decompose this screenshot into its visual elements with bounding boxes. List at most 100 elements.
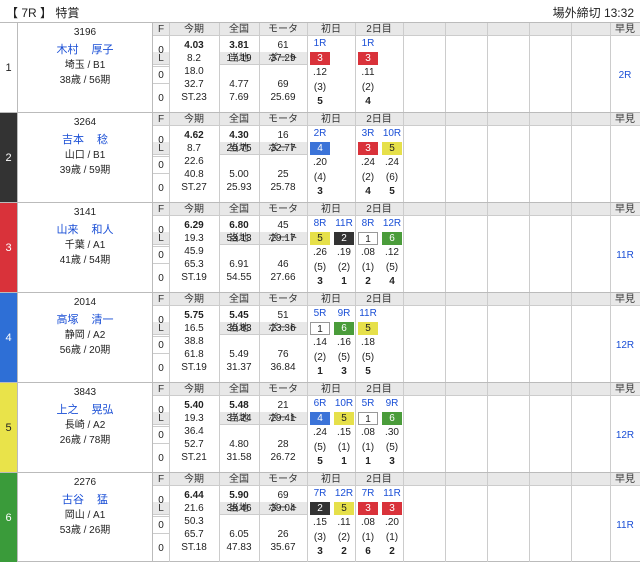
day2-race-label[interactable]: 8R	[357, 218, 379, 229]
day1-finish: 1	[341, 456, 347, 467]
divider	[445, 473, 446, 562]
l2-count: 0	[158, 273, 164, 284]
f-count: 0	[158, 225, 164, 236]
racer-age-term: 26歳 / 78期	[59, 435, 111, 446]
racer-name[interactable]: 古谷 猛	[18, 491, 152, 507]
day1-start-timing: .26	[313, 247, 327, 258]
divider	[445, 23, 446, 112]
racer-name[interactable]: 上之 晃弘	[18, 401, 152, 417]
lane-number: 6	[0, 473, 18, 562]
zenkoku-value: 4.77	[229, 79, 249, 90]
column-header	[529, 293, 571, 306]
zenkoku-value: 4.80	[229, 439, 249, 450]
motor-value: 36.84	[270, 362, 296, 373]
l-count: 0	[158, 160, 164, 171]
day1-boat-box: 5	[310, 232, 330, 245]
hayami-link[interactable]: 12R	[610, 340, 640, 351]
race-title: 【 7R 】 特賞	[6, 6, 80, 20]
day1-race-label[interactable]: 2R	[309, 128, 331, 139]
column-header: モータ	[259, 473, 307, 486]
column-header: F	[153, 23, 169, 36]
divider	[571, 203, 572, 292]
divider	[355, 383, 356, 472]
column-header: 今期	[169, 203, 219, 216]
day2-finish: 5	[365, 366, 371, 377]
column-header	[403, 23, 445, 36]
racer-name[interactable]: 山来 和人	[18, 221, 152, 237]
motor-value: 61	[277, 40, 289, 51]
day2-race-label[interactable]: 3R	[357, 128, 379, 139]
column-header	[445, 383, 487, 396]
day2-race-label[interactable]: 12R	[381, 218, 403, 229]
column-header: モータ	[259, 23, 307, 36]
lane-number: 2	[0, 113, 18, 202]
day2-boat-box: 3	[382, 502, 402, 515]
divider	[307, 383, 308, 472]
l-count: 0	[158, 250, 164, 261]
day2-course: (1)	[361, 262, 375, 273]
day1-race-label[interactable]: 5R	[309, 308, 331, 319]
konki-value: 16.5	[184, 323, 204, 334]
hayami-link[interactable]: 12R	[610, 430, 640, 441]
racer-name[interactable]: 木村 厚子	[18, 41, 152, 57]
racer-info: 3141 山来 和人 千葉 / A1 41歳 / 54期	[18, 203, 153, 292]
hayami-link[interactable]: 11R	[610, 520, 640, 531]
racer-name[interactable]: 高塚 清一	[18, 311, 152, 327]
day1-course: (1)	[337, 442, 351, 453]
konki-value: ST.27	[181, 182, 207, 193]
racer-info: 3264 吉本 稔山口 / B1 39歳 / 59期	[18, 113, 153, 202]
day1-race-label[interactable]: 6R	[309, 398, 331, 409]
racer-name[interactable]: 吉本 稔	[18, 131, 152, 147]
day2-race-label[interactable]: 9R	[381, 398, 403, 409]
day1-boat-box: 4	[310, 142, 330, 155]
zenkoku-value: 30.83	[226, 323, 252, 334]
konki-value: 65.7	[184, 529, 204, 540]
zenkoku-value: 47.83	[226, 542, 252, 553]
column-header	[403, 293, 445, 306]
day1-race-label[interactable]: 8R	[309, 218, 331, 229]
motor-value: 51	[277, 310, 289, 321]
day1-start-timing: .12	[313, 67, 327, 78]
motor-value: 23.36	[270, 323, 296, 334]
column-header: F	[153, 113, 169, 126]
zenkoku-value: 37.24	[226, 413, 252, 424]
zenkoku-value: 54.55	[226, 272, 252, 283]
day2-finish: 4	[389, 276, 395, 287]
racer-row: 3 3141 山来 和人 千葉 / A1 41歳 / 54期 F 今期 全国 モータ 初日 2日目早…	[0, 202, 640, 292]
racer-info: 3843 上之 晃弘 長崎 / A2 26歳 / 78期	[18, 383, 153, 472]
registration-number: 2276	[73, 477, 97, 488]
racer-age-term: 53歳 / 26期	[59, 525, 111, 536]
day2-race-label[interactable]: 10R	[381, 128, 403, 139]
divider	[610, 113, 611, 202]
f-count: 0	[158, 405, 164, 416]
column-header: F	[153, 473, 169, 486]
racer-prefecture-class: 静岡 / A2	[64, 330, 106, 341]
day2-race-label[interactable]: 7R	[357, 488, 379, 499]
day2-race-label[interactable]: 5R	[357, 398, 379, 409]
day2-race-label[interactable]: 11R	[357, 308, 379, 319]
day1-course: (5)	[337, 352, 351, 363]
day1-start-timing: .16	[337, 337, 351, 348]
day1-race-label[interactable]: 11R	[333, 218, 355, 229]
f-count: 0	[158, 45, 164, 56]
day1-race-label[interactable]: 9R	[333, 308, 355, 319]
day2-course: (2)	[361, 82, 375, 93]
motor-value: 21	[277, 400, 289, 411]
day1-finish: 3	[317, 546, 323, 557]
day1-race-label[interactable]: 12R	[333, 488, 355, 499]
divider	[153, 336, 169, 337]
hayami-link[interactable]: 2R	[610, 70, 640, 81]
divider	[153, 156, 169, 157]
day1-race-label[interactable]: 7R	[309, 488, 331, 499]
divider	[487, 293, 488, 382]
hayami-link[interactable]: 11R	[610, 250, 640, 261]
day1-course: (3)	[313, 82, 327, 93]
day1-race-label[interactable]: 1R	[309, 38, 331, 49]
column-header: モータ	[259, 113, 307, 126]
racer-info: 2276 古谷 猛岡山 / A1 53歳 / 26期	[18, 473, 153, 562]
day1-course: (5)	[313, 442, 327, 453]
day1-race-label[interactable]: 10R	[333, 398, 355, 409]
motor-value: 26.72	[270, 452, 296, 463]
day2-race-label[interactable]: 1R	[357, 38, 379, 49]
day2-race-label[interactable]: 11R	[381, 488, 403, 499]
